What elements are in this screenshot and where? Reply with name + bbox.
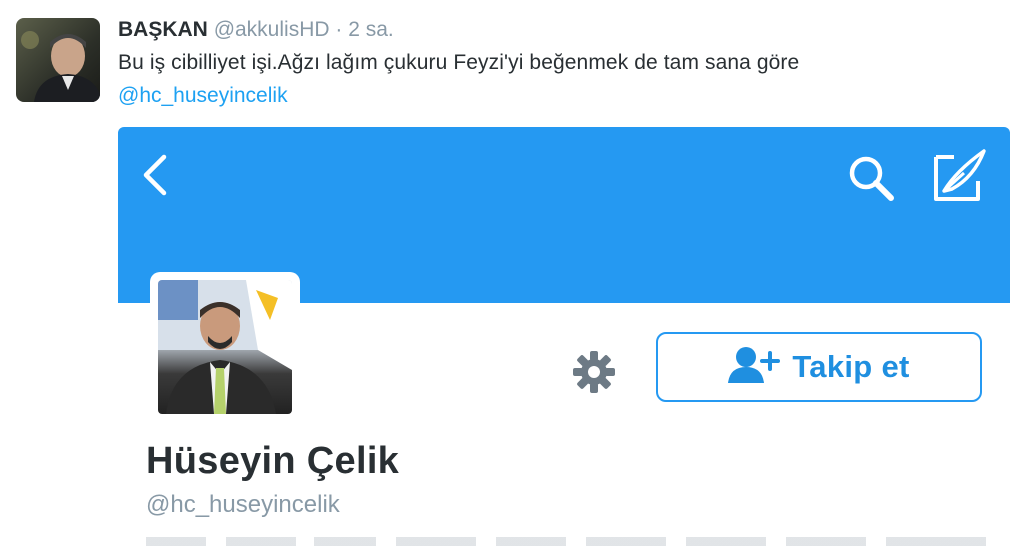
compose-icon[interactable] xyxy=(930,147,990,205)
profile-photo xyxy=(158,280,292,414)
back-icon[interactable] xyxy=(138,153,174,197)
search-icon[interactable] xyxy=(844,151,898,205)
tweet-header: BAŞKAN @akkulisHD · 2 sa. xyxy=(118,18,394,42)
profile-handle: @hc_huseyincelik xyxy=(146,491,340,518)
tweet-timestamp[interactable]: 2 sa. xyxy=(348,18,394,41)
profile-picture[interactable] xyxy=(150,272,300,422)
tweet-mention-link[interactable]: @hc_huseyincelik xyxy=(118,84,288,108)
author-handle[interactable]: @akkulisHD xyxy=(214,18,330,41)
gear-icon[interactable] xyxy=(570,348,618,396)
author-avatar[interactable] xyxy=(16,18,100,102)
cut-off-bio-text xyxy=(146,537,986,546)
embedded-screenshot[interactable]: Takip et Hüseyin Çelik @hc_huseyincelik xyxy=(118,127,1010,546)
person-photo-icon xyxy=(21,31,100,102)
follow-button[interactable]: Takip et xyxy=(656,332,982,402)
author-name[interactable]: BAŞKAN xyxy=(118,18,208,41)
profile-name: Hüseyin Çelik xyxy=(146,440,400,482)
follow-button-label: Takip et xyxy=(792,349,910,384)
separator-dot: · xyxy=(335,18,343,41)
add-user-icon xyxy=(728,345,781,390)
tweet-text: Bu iş cibilliyet işi.Ağzı lağım çukuru F… xyxy=(118,51,800,74)
